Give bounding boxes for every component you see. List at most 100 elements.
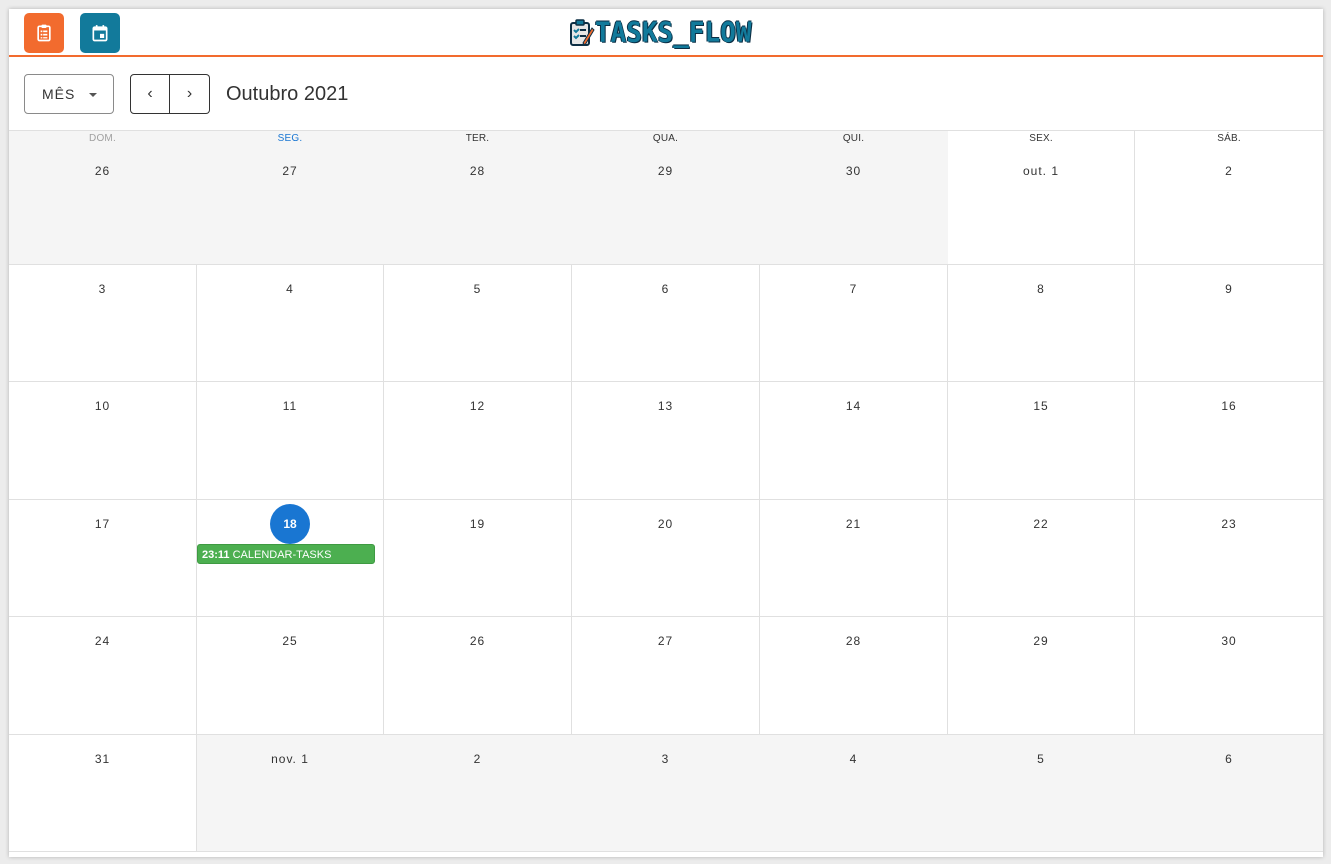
- day-cell[interactable]: QUA. 29: [572, 131, 760, 264]
- day-cell[interactable]: SEG. 27: [197, 131, 384, 264]
- day-cell[interactable]: 3: [572, 735, 760, 851]
- calendar-event[interactable]: 23:11 CALENDAR-TASKS: [197, 544, 375, 564]
- month-navigation: ‹ ›: [130, 74, 210, 114]
- week-row: DOM. 26 SEG. 27 TER. 28 QUA. 29 QUI. 30 SEX. out. 1…: [9, 131, 1323, 265]
- day-number[interactable]: 7: [850, 282, 858, 296]
- day-number[interactable]: 30: [1221, 634, 1236, 648]
- day-cell[interactable]: 8: [948, 265, 1135, 381]
- day-number[interactable]: 5: [1037, 752, 1045, 766]
- day-cell[interactable]: 5: [948, 735, 1135, 851]
- day-cell[interactable]: 29: [948, 617, 1135, 734]
- day-cell[interactable]: 20: [572, 500, 760, 616]
- day-number[interactable]: 26: [95, 164, 110, 178]
- day-number[interactable]: 17: [95, 517, 110, 531]
- day-cell[interactable]: 31: [9, 735, 197, 851]
- day-number[interactable]: 28: [846, 634, 861, 648]
- day-number[interactable]: 11: [283, 399, 297, 413]
- day-number[interactable]: 31: [95, 752, 110, 766]
- day-cell[interactable]: 25: [197, 617, 384, 734]
- day-cell[interactable]: 24: [9, 617, 197, 734]
- day-cell[interactable]: 6: [572, 265, 760, 381]
- day-cell[interactable]: 30: [1135, 617, 1323, 734]
- day-cell[interactable]: 18 23:11 CALENDAR-TASKS: [197, 500, 384, 616]
- day-cell[interactable]: 15: [948, 382, 1135, 499]
- day-cell[interactable]: 28: [760, 617, 948, 734]
- day-cell[interactable]: 13: [572, 382, 760, 499]
- day-number[interactable]: 29: [658, 164, 673, 178]
- day-cell[interactable]: 9: [1135, 265, 1323, 381]
- day-number[interactable]: 2: [1225, 164, 1233, 178]
- calendar-button[interactable]: [80, 13, 120, 53]
- day-number[interactable]: 9: [1225, 282, 1233, 296]
- day-cell[interactable]: 14: [760, 382, 948, 499]
- day-number[interactable]: nov. 1: [271, 752, 309, 766]
- day-number[interactable]: 16: [1221, 399, 1236, 413]
- month-title: Outubro 2021: [226, 83, 349, 105]
- day-cell[interactable]: 21: [760, 500, 948, 616]
- day-number[interactable]: 30: [846, 164, 861, 178]
- next-month-button[interactable]: ›: [170, 74, 210, 114]
- day-cell[interactable]: 16: [1135, 382, 1323, 499]
- day-cell[interactable]: nov. 1: [197, 735, 384, 851]
- day-number[interactable]: 2: [474, 752, 482, 766]
- week-row: 10 11 12 13 14 15 16: [9, 382, 1323, 500]
- day-cell[interactable]: 4: [197, 265, 384, 381]
- day-cell[interactable]: 6: [1135, 735, 1323, 851]
- app-logo: TASKS_FLOW: [569, 17, 752, 49]
- day-cell[interactable]: 5: [384, 265, 572, 381]
- day-cell[interactable]: 26: [384, 617, 572, 734]
- day-cell[interactable]: SEX. out. 1: [948, 131, 1135, 264]
- day-cell[interactable]: 12: [384, 382, 572, 499]
- week-row: 24 25 26 27 28 29 30: [9, 617, 1323, 735]
- day-cell[interactable]: 19: [384, 500, 572, 616]
- day-cell[interactable]: 10: [9, 382, 197, 499]
- day-number[interactable]: 21: [846, 517, 861, 531]
- weekday-label: QUI.: [842, 133, 865, 144]
- day-cell[interactable]: TER. 28: [384, 131, 572, 264]
- day-cell[interactable]: 3: [9, 265, 197, 381]
- day-number[interactable]: 4: [286, 282, 294, 296]
- day-number[interactable]: out. 1: [1023, 164, 1059, 178]
- day-number[interactable]: 19: [470, 517, 485, 531]
- clipboard-list-icon: [37, 24, 51, 42]
- day-number[interactable]: 6: [662, 282, 670, 296]
- day-cell[interactable]: 7: [760, 265, 948, 381]
- weekday-label: SEG.: [277, 133, 303, 144]
- day-number[interactable]: 3: [662, 752, 670, 766]
- day-number[interactable]: 12: [470, 399, 485, 413]
- day-number[interactable]: 6: [1225, 752, 1233, 766]
- day-number[interactable]: 29: [1033, 634, 1048, 648]
- prev-month-button[interactable]: ‹: [130, 74, 170, 114]
- day-number[interactable]: 15: [1033, 399, 1048, 413]
- day-number[interactable]: 14: [846, 399, 861, 413]
- day-number[interactable]: 26: [470, 634, 485, 648]
- day-cell[interactable]: 2: [384, 735, 572, 851]
- week-row: 31 nov. 1 2 3 4 5 6: [9, 735, 1323, 852]
- day-number[interactable]: 27: [658, 634, 673, 648]
- day-number[interactable]: 27: [282, 164, 297, 178]
- day-cell[interactable]: QUI. 30: [760, 131, 948, 264]
- day-number[interactable]: 3: [99, 282, 107, 296]
- day-number[interactable]: 20: [658, 517, 673, 531]
- day-number[interactable]: 22: [1033, 517, 1048, 531]
- day-number[interactable]: 25: [282, 634, 297, 648]
- day-number[interactable]: 13: [658, 399, 673, 413]
- view-select[interactable]: MÊS: [24, 74, 114, 114]
- day-number[interactable]: 5: [474, 282, 482, 296]
- day-cell[interactable]: 22: [948, 500, 1135, 616]
- today-date-badge[interactable]: 18: [270, 504, 310, 544]
- day-number[interactable]: 4: [850, 752, 858, 766]
- day-cell[interactable]: 27: [572, 617, 760, 734]
- day-number[interactable]: 23: [1221, 517, 1236, 531]
- day-cell[interactable]: SÁB. 2: [1135, 131, 1323, 264]
- day-cell[interactable]: 17: [9, 500, 197, 616]
- day-number[interactable]: 24: [95, 634, 110, 648]
- day-cell[interactable]: 4: [760, 735, 948, 851]
- day-cell[interactable]: 23: [1135, 500, 1323, 616]
- day-number[interactable]: 10: [95, 399, 110, 413]
- day-cell[interactable]: DOM. 26: [9, 131, 197, 264]
- tasks-button[interactable]: [24, 13, 64, 53]
- day-number[interactable]: 8: [1037, 282, 1045, 296]
- day-cell[interactable]: 11: [197, 382, 384, 499]
- day-number[interactable]: 28: [470, 164, 485, 178]
